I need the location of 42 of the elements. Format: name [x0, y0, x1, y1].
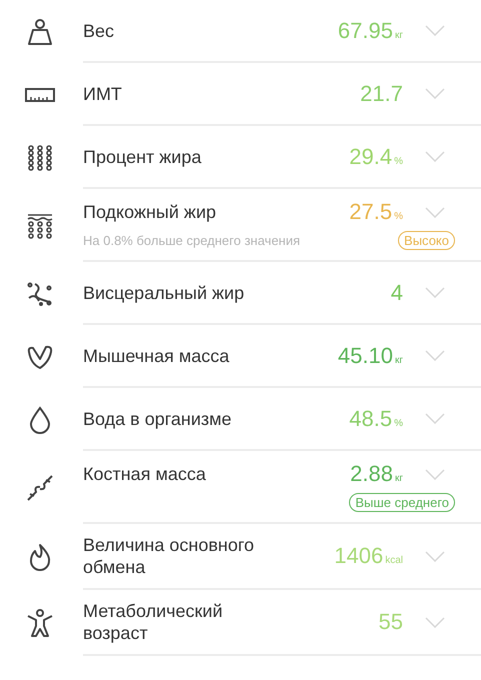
metric-value: 48.5% — [348, 406, 403, 432]
metric-note: На 0.8% больше среднего значения — [83, 233, 302, 248]
metric-value: 21.7 — [359, 80, 403, 106]
metric-value: 1406 kcal — [333, 543, 403, 569]
chevron-down-icon[interactable] — [425, 88, 445, 99]
flame-icon — [28, 543, 52, 571]
metric-label: Метаболический возраст — [83, 600, 224, 644]
metric-label: Подкожный жир — [83, 201, 218, 223]
metric-value: 45.10 кг — [336, 342, 403, 368]
metric-value: 55 — [378, 609, 403, 635]
metric-label: Вода в организме — [83, 408, 233, 430]
chevron-down-icon[interactable] — [425, 206, 445, 218]
chevron-down-icon[interactable] — [425, 616, 445, 628]
intestine-icon — [26, 280, 52, 306]
person-icon — [26, 608, 54, 638]
chevron-down-icon[interactable] — [425, 468, 445, 480]
metric-label: Висцеральный жир — [83, 282, 246, 304]
metric-value: 67.95 кг — [336, 18, 403, 44]
ruler-icon — [24, 88, 54, 102]
metric-value: 27.5% — [348, 199, 403, 225]
chevron-down-icon[interactable] — [425, 287, 445, 298]
metric-label: Процент жира — [83, 146, 202, 168]
chevron-down-icon[interactable] — [425, 550, 445, 562]
chevron-down-icon[interactable] — [425, 413, 445, 424]
status-badge: Выше среднего — [349, 493, 455, 512]
metric-label: Величина основного обмена — [83, 534, 256, 578]
weight-icon — [26, 18, 52, 46]
metric-label: Мышечная масса — [83, 344, 230, 366]
dots-icon — [26, 144, 52, 170]
chevron-down-icon[interactable] — [425, 25, 445, 36]
skin-layers-icon — [26, 212, 52, 238]
metric-label: Вес — [83, 20, 116, 42]
water-drop-icon — [28, 406, 50, 434]
metric-label: ИМТ — [83, 82, 123, 104]
metric-value: 29.4% — [348, 144, 403, 170]
metric-label: Костная масса — [83, 463, 207, 485]
metric-value: 4 — [390, 280, 403, 306]
chevron-down-icon[interactable] — [425, 350, 445, 361]
metric-value: 2.88 кг — [349, 461, 403, 487]
muscle-icon — [26, 344, 54, 370]
chevron-down-icon[interactable] — [425, 151, 445, 162]
status-badge: Высоко — [398, 231, 455, 250]
